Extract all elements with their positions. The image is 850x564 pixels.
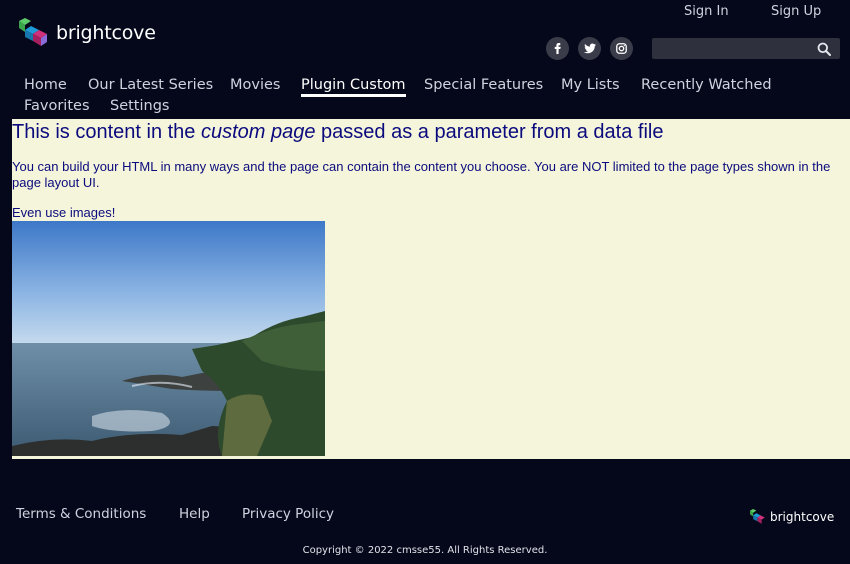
instagram-icon[interactable] xyxy=(610,37,633,60)
footer-link-terms[interactable]: Terms & Conditions xyxy=(16,506,146,522)
brand-name: brightcove xyxy=(56,22,156,44)
nav-item-special-features[interactable]: Special Features xyxy=(424,77,543,93)
page-heading: This is content in the custom page passe… xyxy=(12,121,663,144)
facebook-icon[interactable] xyxy=(546,37,569,60)
coastline-photo xyxy=(12,221,325,456)
brightcove-logo[interactable]: brightcove xyxy=(19,18,156,48)
heading-text-pre: This is content in the xyxy=(12,121,201,143)
nav-item-movies[interactable]: Movies xyxy=(230,77,280,93)
footer-brightcove-logo[interactable]: brightcove xyxy=(750,509,834,525)
search-icon[interactable] xyxy=(817,41,831,60)
search-box xyxy=(652,38,840,60)
footer-logo-icon xyxy=(750,509,765,524)
footer-link-privacy[interactable]: Privacy Policy xyxy=(242,506,334,522)
sign-up-link[interactable]: Sign Up xyxy=(771,4,821,19)
nav-item-recently-watched[interactable]: Recently Watched xyxy=(641,77,772,93)
nav-item-favorites[interactable]: Favorites xyxy=(24,98,90,114)
heading-emphasis: custom page xyxy=(200,121,316,143)
search-input[interactable] xyxy=(652,38,812,60)
nav-item-our-latest-series[interactable]: Our Latest Series xyxy=(88,77,213,93)
intro-paragraph: You can build your HTML in many ways and… xyxy=(12,159,831,190)
heading-text-post: passed as a parameter from a data file xyxy=(315,121,664,143)
copyright-text: Copyright © 2022 cmsse55. All Rights Res… xyxy=(302,545,548,556)
social-links xyxy=(546,37,633,60)
brightcove-logo-icon xyxy=(19,18,47,46)
nav-item-plugin-custom[interactable]: Plugin Custom xyxy=(301,77,406,97)
twitter-icon[interactable] xyxy=(578,37,601,60)
main-nav: Home Our Latest Series Movies Plugin Cus… xyxy=(24,77,824,119)
sign-in-link[interactable]: Sign In xyxy=(684,4,729,19)
nav-item-settings[interactable]: Settings xyxy=(110,98,169,114)
nav-item-my-lists[interactable]: My Lists xyxy=(561,77,620,93)
custom-page-content: This is content in the custom page passe… xyxy=(12,119,850,459)
images-paragraph: Even use images! xyxy=(12,205,116,220)
nav-item-home[interactable]: Home xyxy=(24,77,67,93)
footer-brand-name: brightcove xyxy=(770,510,835,524)
footer-link-help[interactable]: Help xyxy=(179,506,210,522)
